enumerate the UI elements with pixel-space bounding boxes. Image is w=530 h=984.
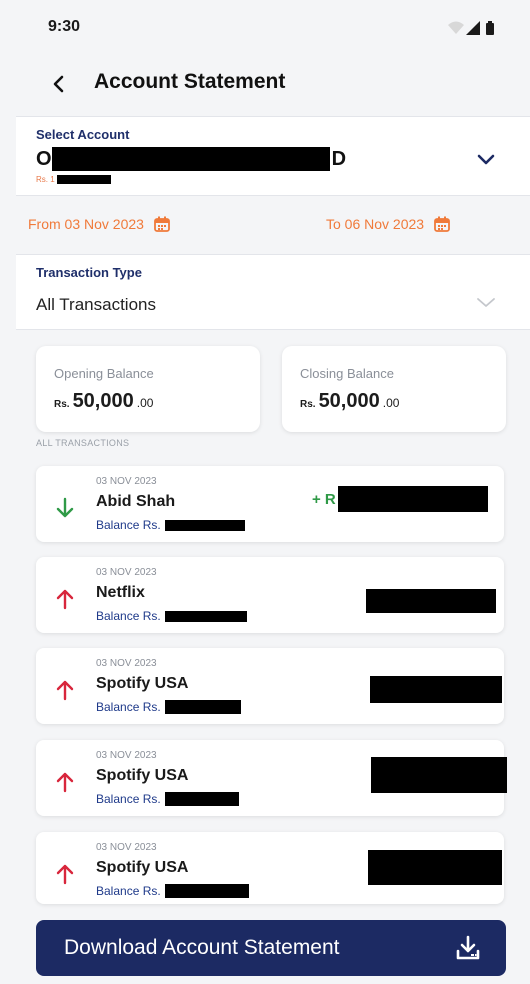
arrow-up-icon <box>56 589 74 610</box>
closing-balance-value: Rs. 50,000.00 <box>300 390 399 413</box>
arrow-down-icon <box>56 497 74 518</box>
transaction-date: 03 NOV 2023 <box>96 567 157 578</box>
account-balance-prefix: Rs. 1 <box>36 175 55 184</box>
transaction-balance-label: Balance Rs. <box>96 792 161 806</box>
redacted-amount <box>371 757 507 793</box>
transaction-type-value: All Transactions <box>36 295 156 314</box>
download-button-label: Download Account Statement <box>64 936 340 959</box>
calendar-icon <box>154 216 170 232</box>
transaction-balance: Balance Rs. <box>96 700 241 714</box>
transaction-item[interactable]: 03 NOV 2023 Spotify USA Balance Rs. <box>36 740 507 816</box>
account-name: O D <box>36 147 346 171</box>
transaction-item[interactable]: 03 NOV 2023 Spotify USA Balance Rs. <box>36 648 504 724</box>
wifi-icon <box>448 21 464 34</box>
account-name-end: D <box>331 147 347 170</box>
redacted-balance <box>164 519 245 531</box>
redacted-amount <box>337 486 488 512</box>
transaction-amount <box>368 675 502 703</box>
app-bar: Account Statement <box>0 52 530 116</box>
opening-balance-card: Opening Balance Rs. 50,000.00 <box>36 346 260 432</box>
account-name-start: O <box>36 147 52 170</box>
transaction-name: Spotify USA <box>96 675 189 692</box>
download-icon <box>456 935 480 960</box>
transaction-type-label: Transaction Type <box>36 265 142 280</box>
arrow-up-icon <box>56 680 74 701</box>
from-date-picker[interactable]: From 03 Nov 2023 <box>28 216 170 232</box>
section-label: ALL TRANSACTIONS <box>36 438 130 448</box>
account-selector[interactable]: Select Account O D Rs. 1 <box>16 116 530 196</box>
arrow-up-icon <box>56 772 74 793</box>
transaction-balance: Balance Rs. <box>96 518 245 532</box>
transaction-amount: + R <box>312 486 488 512</box>
closing-balance-decimals: .00 <box>382 396 400 410</box>
to-date-picker[interactable]: To 06 Nov 2023 <box>326 216 450 232</box>
transaction-balance-label: Balance Rs. <box>96 609 161 623</box>
transaction-item[interactable]: 03 NOV 2023 Spotify USA Balance Rs. <box>36 832 504 904</box>
transaction-name: Spotify USA <box>96 859 189 876</box>
transaction-balance: Balance Rs. <box>96 609 247 623</box>
transaction-amount <box>364 588 496 614</box>
redacted-balance <box>164 792 239 806</box>
closing-balance-card: Closing Balance Rs. 50,000.00 <box>282 346 506 432</box>
calendar-icon <box>434 216 450 232</box>
account-label: Select Account <box>36 127 130 142</box>
transaction-date: 03 NOV 2023 <box>96 476 157 487</box>
transaction-balance-label: Balance Rs. <box>96 700 161 714</box>
chevron-left-icon <box>53 75 64 93</box>
opening-balance-value: Rs. 50,000.00 <box>54 390 153 413</box>
transaction-balance-label: Balance Rs. <box>96 884 161 898</box>
arrow-up-icon <box>56 864 74 885</box>
account-statement-screen: 9:30 Account Statement Select Account O … <box>0 0 530 984</box>
closing-balance-label: Closing Balance <box>300 366 394 381</box>
redacted-amount <box>366 589 496 613</box>
redacted-account-balance <box>56 175 111 184</box>
closing-balance-amount: 50,000 <box>318 390 380 412</box>
transaction-name: Netflix <box>96 584 145 601</box>
transaction-balance: Balance Rs. <box>96 792 239 806</box>
transaction-item[interactable]: 03 NOV 2023 Abid Shah Balance Rs. + R <box>36 466 504 542</box>
back-button[interactable] <box>40 66 76 102</box>
closing-balance-currency: Rs. <box>300 399 316 410</box>
transaction-amount-prefix: + R <box>312 490 336 508</box>
redacted-balance <box>164 610 247 622</box>
transaction-amount <box>369 757 507 793</box>
opening-balance-amount: 50,000 <box>72 390 134 412</box>
transaction-item[interactable]: 03 NOV 2023 Netflix Balance Rs. <box>36 557 504 633</box>
opening-balance-currency: Rs. <box>54 399 70 410</box>
redacted-balance <box>164 884 249 898</box>
opening-balance-decimals: .00 <box>136 396 154 410</box>
redacted-amount <box>368 849 502 885</box>
redacted-amount <box>370 675 502 703</box>
battery-icon <box>486 23 494 35</box>
download-statement-button[interactable]: Download Account Statement <box>36 920 506 976</box>
transaction-balance-label: Balance Rs. <box>96 518 161 532</box>
transaction-date: 03 NOV 2023 <box>96 750 157 761</box>
to-date-text: To 06 Nov 2023 <box>326 216 425 232</box>
transaction-balance: Balance Rs. <box>96 884 249 898</box>
transaction-amount <box>366 849 502 885</box>
opening-balance-label: Opening Balance <box>54 366 154 381</box>
chevron-down-icon[interactable] <box>474 293 498 313</box>
transaction-name: Spotify USA <box>96 767 189 784</box>
page-title: Account Statement <box>94 70 286 93</box>
redacted-account-name <box>51 147 330 171</box>
transaction-type-select[interactable]: Transaction Type All Transactions <box>16 254 530 330</box>
chevron-down-icon[interactable] <box>474 147 498 171</box>
redacted-balance <box>164 700 241 714</box>
from-date-text: From 03 Nov 2023 <box>28 216 144 232</box>
cellular-signal-icon <box>466 21 480 35</box>
transaction-date: 03 NOV 2023 <box>96 658 157 669</box>
transaction-date: 03 NOV 2023 <box>96 842 157 853</box>
status-time: 9:30 <box>48 18 81 35</box>
signal-battery-icons <box>448 21 494 35</box>
account-balance: Rs. 1 <box>36 175 111 184</box>
status-bar: 9:30 <box>0 0 530 52</box>
date-range: From 03 Nov 2023 To 06 Nov 2023 <box>0 206 530 246</box>
transaction-name: Abid Shah <box>96 493 176 510</box>
